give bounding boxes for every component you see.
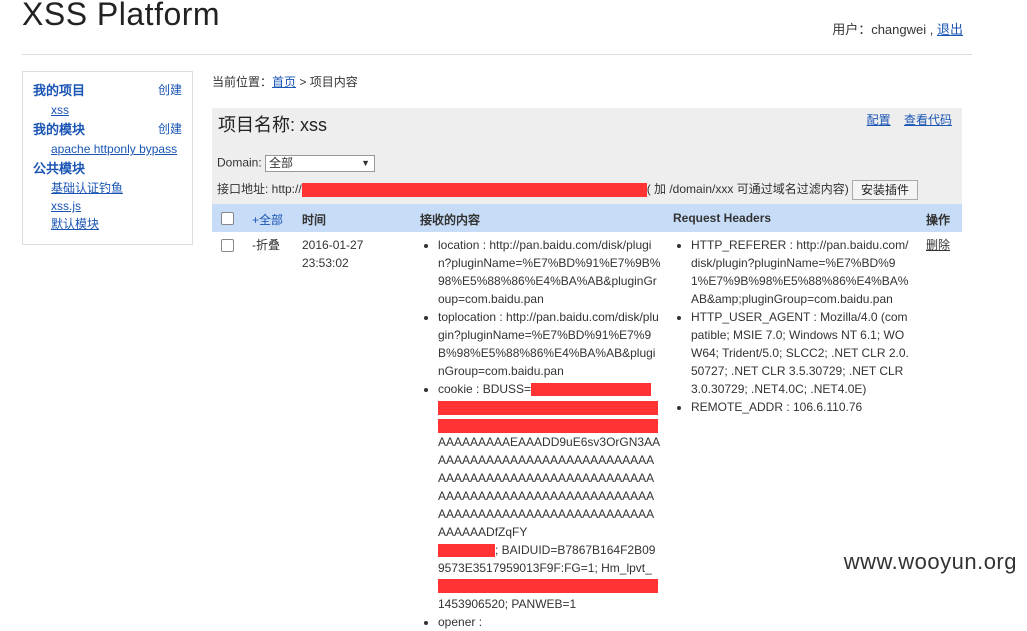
redaction-bar [438,544,495,558]
project-links: 配置 查看代码 [857,111,952,128]
col-request-headers: Request Headers [673,211,772,225]
config-link[interactable]: 配置 [867,113,891,127]
sidebar-head-my-modules: 我的模块 创建 [23,119,192,140]
delete-link[interactable]: 删除 [926,236,950,254]
row-date: 2016-01-27 [302,238,364,252]
redaction-bar [438,579,658,593]
breadcrumb: 当前位置：首页 > 项目内容 [212,73,358,90]
col-content: 接收的内容 [420,213,481,227]
breadcrumb-prefix: 当前位置： [212,75,273,89]
app-title: XSS Platform [22,0,221,32]
api-note: ( 加 /domain/xxx 可通过域名过滤内容) [646,182,849,196]
public-modules-heading: 公共模块 [33,161,86,176]
install-plugin-button[interactable]: 安装插件 [852,180,918,200]
view-code-link[interactable]: 查看代码 [904,113,952,127]
redaction-bar [438,419,658,433]
header-divider [22,54,972,55]
logout-link[interactable]: 退出 [937,22,963,37]
my-modules-heading: 我的模块 [33,122,86,137]
chevron-down-icon: ▼ [361,158,371,168]
expand-all-toggle[interactable]: +全部 [252,211,283,228]
received-content: location : http://pan.baidu.com/disk/plu… [422,236,662,631]
request-headers: HTTP_REFERER : http://pan.baidu.com/disk… [675,236,911,416]
domain-filter: Domain: 全部 ▼ [217,155,376,172]
http-referer-item: HTTP_REFERER : http://pan.baidu.com/disk… [691,236,911,308]
cookie-end: 1453906520; PANWEB=1 [438,597,577,611]
watermark: www.wooyun.org [843,549,1017,574]
col-action: 操作 [926,213,951,227]
sidebar-item-apache-bypass[interactable]: apache httponly bypass [51,142,177,156]
redaction-bar [301,182,647,197]
user-agent-item: HTTP_USER_AGENT : Mozilla/4.0 (compatibl… [691,308,911,398]
my-projects-heading: 我的项目 [33,83,86,98]
table-header: +全部 时间 接收的内容 Request Headers 操作 [212,204,962,232]
domain-select[interactable]: 全部 ▼ [265,155,376,172]
sidebar-item-xss[interactable]: xss [51,103,69,117]
opener-item: opener : [438,613,662,631]
remote-addr-item: REMOTE_ADDR : 106.6.110.76 [691,398,911,416]
domain-label: Domain: [217,155,262,170]
create-module-link[interactable]: 创建 [158,119,182,140]
domain-select-value: 全部 [269,156,294,170]
sidebar-item-basic-auth[interactable]: 基础认证钓鱼 [51,181,123,195]
breadcrumb-home-link[interactable]: 首页 [272,75,296,89]
cookie-label: cookie : BDUSS= [438,382,532,396]
toplocation-item: toplocation : http://pan.baidu.com/disk/… [438,308,662,380]
row-timestamp: 2016-01-27 23:53:02 [302,236,402,272]
sidebar-head-public-modules: 公共模块 [23,158,192,179]
collapse-toggle[interactable]: -折叠 [252,236,280,254]
col-time: 时间 [302,213,327,227]
project-panel: 项目名称: xss 配置 查看代码 Domain: 全部 ▼ 接口地址: http… [212,108,962,204]
sidebar-head-my-projects: 我的项目 创建 [23,80,192,101]
user-bar: 用户：changwei , 退出 [832,19,963,38]
breadcrumb-current: > 项目内容 [299,75,358,89]
redaction-bar [438,401,658,415]
row-time: 23:53:02 [302,256,349,270]
sidebar-item-default[interactable]: 默认模块 [51,217,99,231]
cookie-value: AAAAAAAAAEAAADD9uE6sv3OrGN3AAAAAAAAAAAAA… [438,435,661,539]
api-address-row: 接口地址: http:// ( 加 /domain/xxx 可通过域名过滤内容) [217,180,849,197]
select-all-checkbox[interactable] [221,212,234,225]
sidebar: 我的项目 创建 xss 我的模块 创建 apache httponly bypa… [22,71,193,245]
sidebar-item-xssjs[interactable]: xss.js [51,199,81,213]
cookie-item: cookie : BDUSS= AAAAAAAAAEAAADD9uE6sv3Or… [438,380,662,613]
redaction-bar [531,383,652,397]
project-title: 项目名称: xss [218,115,328,135]
create-project-link[interactable]: 创建 [158,80,182,101]
user-label: 用户：changwei , [832,22,934,37]
row-checkbox[interactable] [221,239,234,252]
api-label: 接口地址: http:// [217,182,302,196]
location-item: location : http://pan.baidu.com/disk/plu… [438,236,662,308]
